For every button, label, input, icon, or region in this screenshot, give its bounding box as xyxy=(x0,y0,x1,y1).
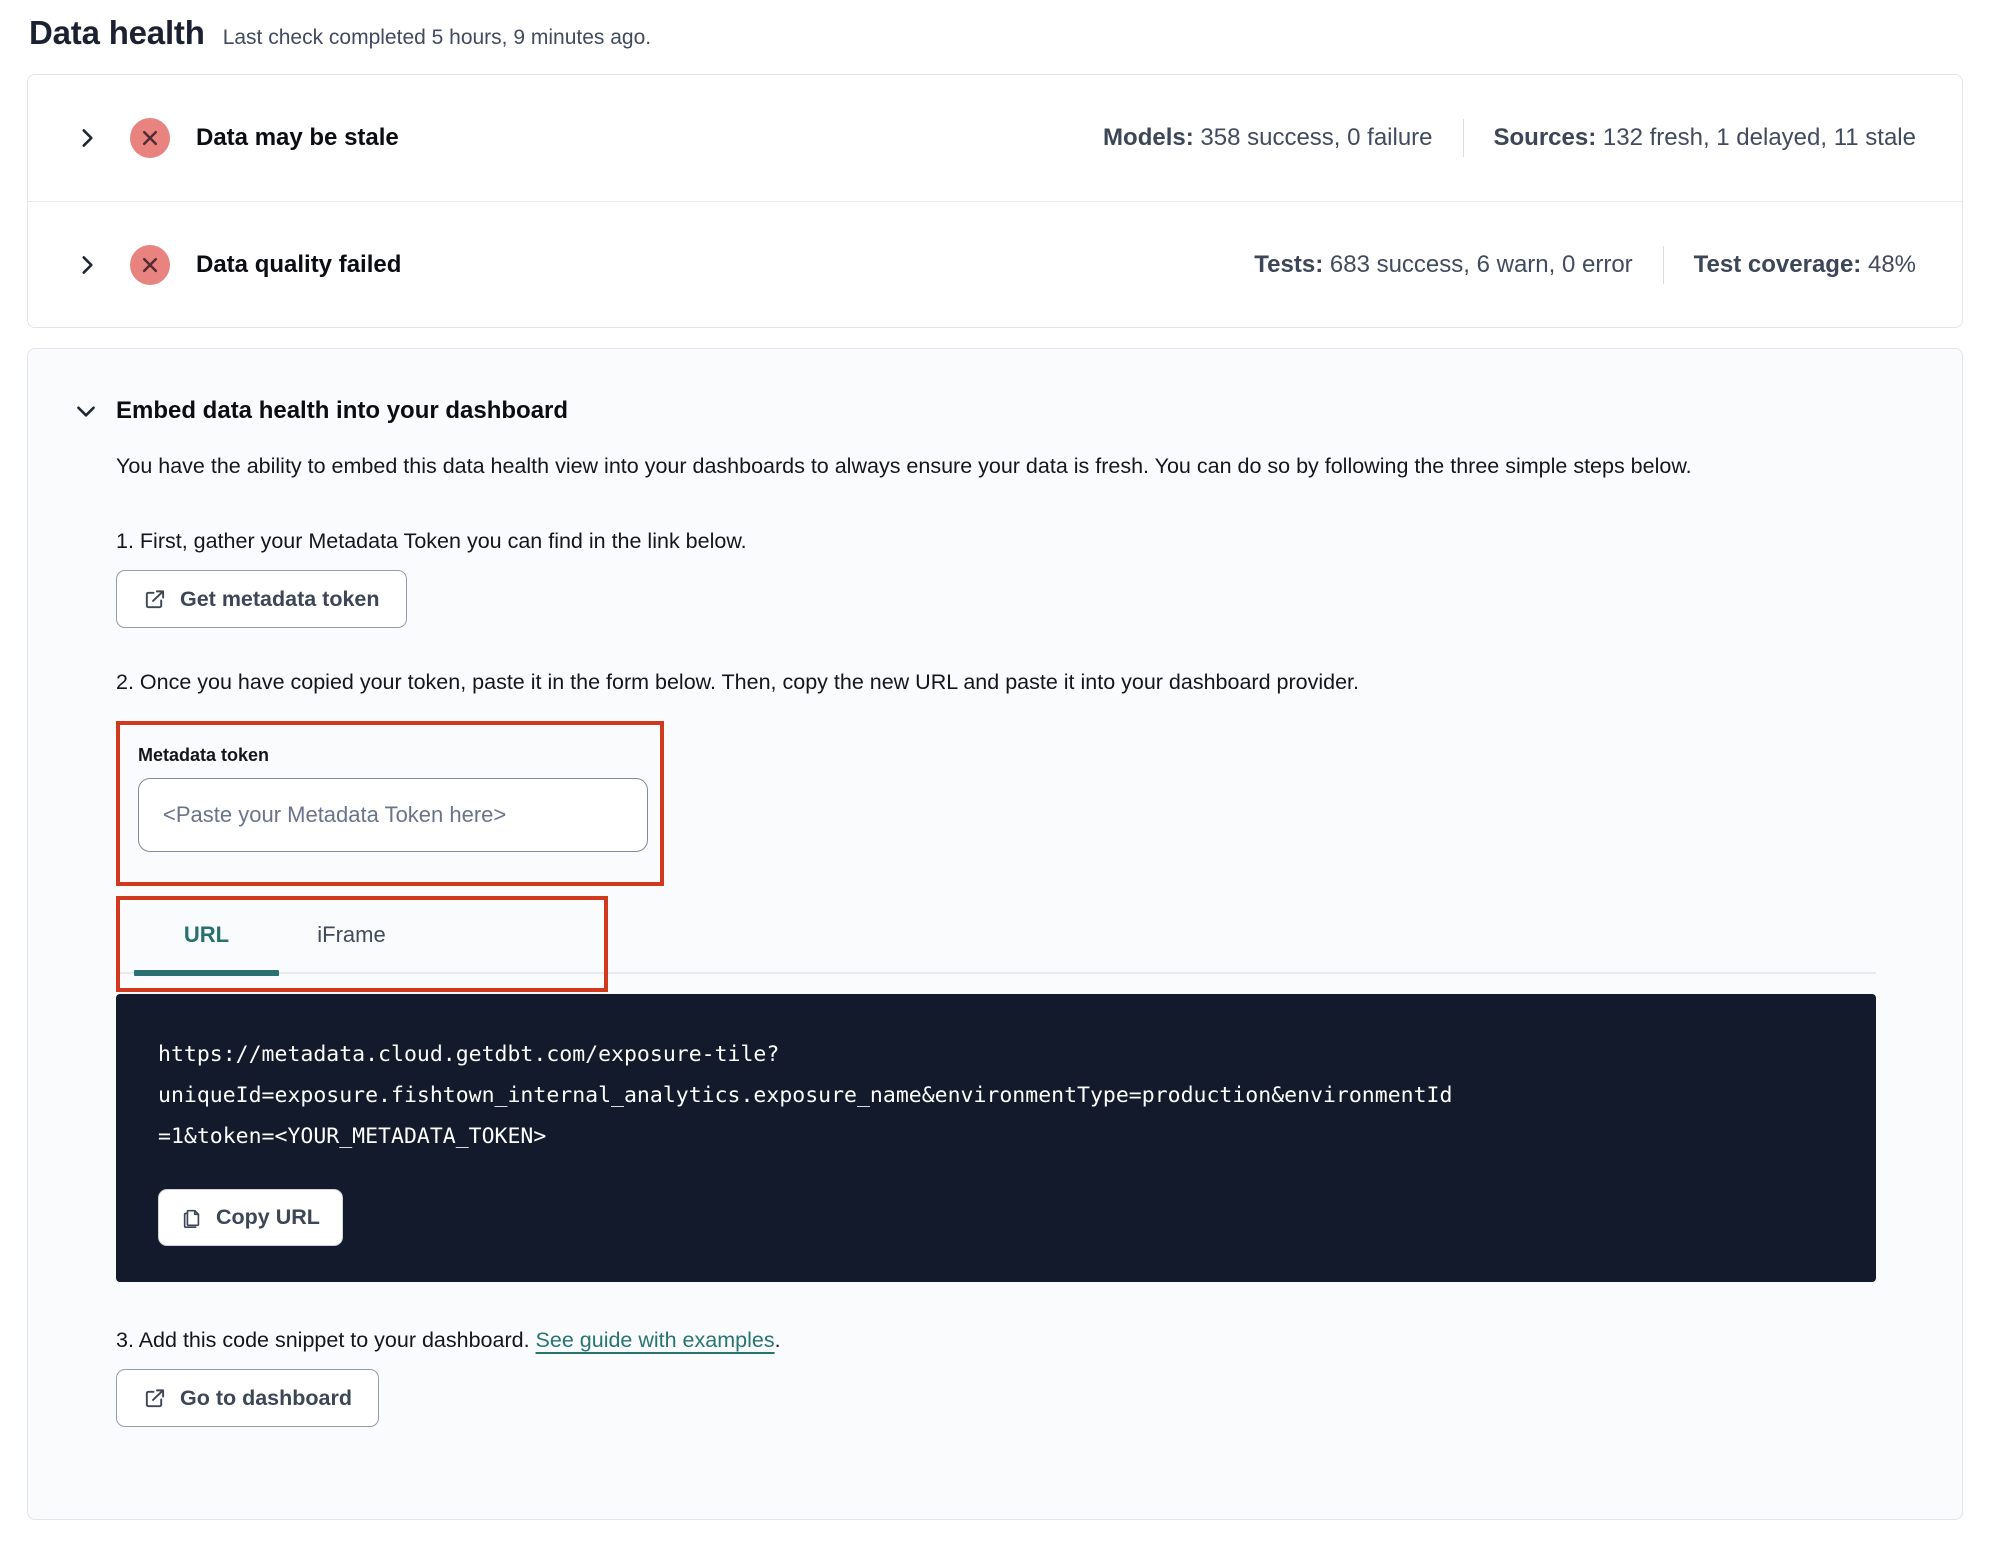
models-metric-label: Models: xyxy=(1103,124,1194,151)
status-row-quality[interactable]: Data quality failed Tests: 683 success, … xyxy=(28,201,1962,327)
coverage-metric-label: Test coverage: xyxy=(1693,250,1862,278)
copy-url-button[interactable]: Copy URL xyxy=(158,1189,343,1246)
error-x-circle-icon xyxy=(130,118,170,158)
sources-metric: Sources: 132 fresh, 1 delayed, 11 stale xyxy=(1494,124,1916,152)
step2-text: 2. Once you have copied your token, past… xyxy=(116,670,1359,694)
copy-icon xyxy=(181,1207,203,1229)
embed-url-line: =1&token=<YOUR_METADATA_TOKEN> xyxy=(158,1124,547,1149)
coverage-metric: Test coverage: 48% xyxy=(1694,251,1916,279)
tests-metric-value: 683 success, 6 warn, 0 error xyxy=(1323,250,1633,278)
metric-divider xyxy=(1662,245,1664,284)
embed-section-header[interactable]: Embed data health into your dashboard xyxy=(73,397,1877,425)
embed-section-body: You have the ability to embed this data … xyxy=(73,445,1877,1427)
output-format-tabs: URL iFrame xyxy=(116,896,1877,992)
get-metadata-token-label: Get metadata token xyxy=(180,586,380,611)
status-row-metrics: Tests: 683 success, 6 warn, 0 error Test… xyxy=(1254,245,1916,284)
data-health-page: Data health Last check completed 5 hours… xyxy=(0,0,1990,1520)
status-row-stale[interactable]: Data may be stale Models: 358 success, 0… xyxy=(28,75,1962,201)
tab-url[interactable]: URL xyxy=(134,900,279,976)
page-title: Data health xyxy=(29,14,205,51)
models-metric-value: 358 success, 0 failure xyxy=(1193,124,1433,151)
status-card: Data may be stale Models: 358 success, 0… xyxy=(27,74,1963,328)
embed-url-line: uniqueId=exposure.fishtown_internal_anal… xyxy=(158,1083,1453,1108)
tab-iframe[interactable]: iFrame xyxy=(279,900,424,972)
tests-metric: Tests: 683 success, 6 warn, 0 error xyxy=(1254,251,1632,279)
external-link-icon xyxy=(143,588,166,611)
status-row-metrics: Models: 358 success, 0 failure Sources: … xyxy=(1103,119,1916,157)
sources-metric-label: Sources: xyxy=(1493,124,1597,151)
tests-metric-label: Tests: xyxy=(1254,250,1324,278)
embed-url-line: https://metadata.cloud.getdbt.com/exposu… xyxy=(158,1042,780,1067)
step3-text-after: . xyxy=(774,1328,781,1352)
embed-url-code-block: https://metadata.cloud.getdbt.com/exposu… xyxy=(116,994,1876,1282)
status-row-title: Data may be stale xyxy=(196,124,399,151)
copy-url-label: Copy URL xyxy=(216,1205,320,1229)
tabs-row: URL iFrame xyxy=(116,900,1876,976)
embed-url-text: https://metadata.cloud.getdbt.com/exposu… xyxy=(158,1034,1834,1157)
models-metric: Models: 358 success, 0 failure xyxy=(1103,124,1432,152)
step3-text: 3. Add this code snippet to your dashboa… xyxy=(116,1328,1877,1353)
get-metadata-token-button[interactable]: Get metadata token xyxy=(116,570,407,628)
metadata-token-input[interactable] xyxy=(138,778,648,852)
metadata-token-label: Metadata token xyxy=(138,745,270,765)
external-link-icon xyxy=(143,1387,166,1410)
step3-text-before: 3. Add this code snippet to your dashboa… xyxy=(116,1328,536,1352)
embed-section-card: Embed data health into your dashboard Yo… xyxy=(27,348,1963,1520)
expand-chevron-right-icon[interactable] xyxy=(74,125,100,151)
sources-metric-value: 132 fresh, 1 delayed, 11 stale xyxy=(1596,124,1916,151)
step1-text: 1. First, gather your Metadata Token you… xyxy=(116,529,747,553)
coverage-metric-value: 48% xyxy=(1861,250,1916,278)
embed-description: You have the ability to embed this data … xyxy=(116,454,1692,478)
see-guide-link[interactable]: See guide with examples xyxy=(536,1328,775,1352)
last-check-status: Last check completed 5 hours, 9 minutes … xyxy=(222,26,652,49)
page-header: Data health Last check completed 5 hours… xyxy=(27,14,1963,52)
error-x-circle-icon xyxy=(130,244,170,285)
embed-section-title: Embed data health into your dashboard xyxy=(116,397,569,424)
collapse-chevron-down-icon[interactable] xyxy=(73,398,99,424)
go-to-dashboard-button[interactable]: Go to dashboard xyxy=(116,1369,379,1427)
go-to-dashboard-label: Go to dashboard xyxy=(180,1385,352,1410)
metric-divider xyxy=(1462,119,1464,157)
annotation-box-token-field: Metadata token xyxy=(116,721,664,886)
expand-chevron-right-icon[interactable] xyxy=(74,252,100,278)
status-row-title: Data quality failed xyxy=(196,250,402,278)
